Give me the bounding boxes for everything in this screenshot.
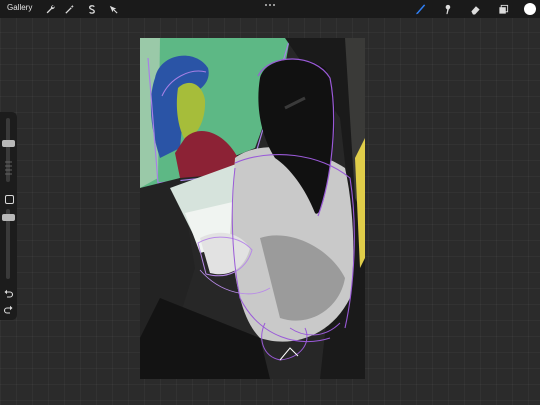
- smudge-icon[interactable]: [441, 3, 453, 15]
- transform-arrow-icon[interactable]: [107, 3, 119, 15]
- artwork-illustration: [140, 38, 365, 379]
- opacity-handle[interactable]: [2, 214, 15, 221]
- eraser-icon[interactable]: [469, 3, 481, 15]
- color-picker-button[interactable]: [524, 3, 536, 15]
- modify-square-button[interactable]: [5, 195, 14, 204]
- undo-icon[interactable]: [3, 288, 14, 299]
- selection-s-icon[interactable]: [85, 3, 97, 15]
- layers-icon[interactable]: [497, 3, 509, 15]
- redo-icon[interactable]: [3, 304, 14, 315]
- top-toolbar: Gallery: [0, 0, 540, 18]
- more-options-icon[interactable]: [263, 2, 277, 8]
- brush-icon[interactable]: [414, 3, 426, 15]
- brush-size-handle[interactable]: [2, 140, 15, 147]
- wrench-icon[interactable]: [44, 3, 56, 15]
- slider-grip-icon: [5, 161, 12, 175]
- drawing-canvas[interactable]: [140, 38, 365, 379]
- gallery-button[interactable]: Gallery: [7, 3, 32, 12]
- magic-wand-icon[interactable]: [63, 3, 75, 15]
- left-sidebar: [0, 112, 17, 320]
